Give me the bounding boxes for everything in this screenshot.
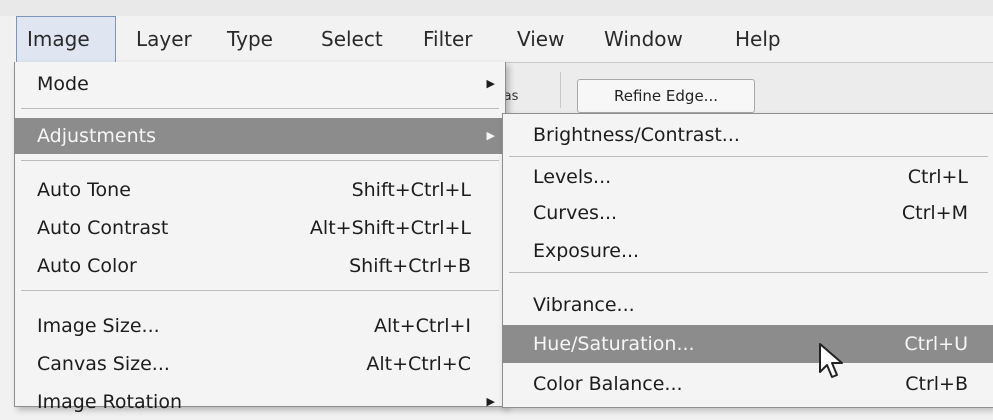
submenu-item-shortcut: Ctrl+B [905,373,968,395]
menu-item-canvas-size[interactable]: Canvas Size... Alt+Ctrl+C [15,346,505,382]
image-menu-dropdown: Mode ▶ Adjustments ▶ Auto Tone Shift+Ctr… [14,62,506,413]
adjustments-submenu: Brightness/Contrast... Levels... Ctrl+L … [502,113,993,408]
menu-item-adjustments[interactable]: Adjustments ▶ [15,118,505,154]
menu-layer[interactable]: Layer [126,16,202,62]
menu-item-image-size[interactable]: Image Size... Alt+Ctrl+I [15,308,505,344]
submenu-arrow-icon: ▶ [486,77,495,90]
menu-item-mode[interactable]: Mode ▶ [15,66,505,102]
submenu-item-label: Brightness/Contrast... [533,124,740,146]
submenu-arrow-icon: ▶ [486,395,495,408]
menu-window[interactable]: Window [594,16,693,62]
menu-item-shortcut: Alt+Shift+Ctrl+L [309,217,471,239]
menu-help[interactable]: Help [725,16,791,62]
menu-separator [21,290,499,291]
menu-item-auto-color[interactable]: Auto Color Shift+Ctrl+B [15,248,505,284]
submenu-item-label: Exposure... [533,240,640,262]
menu-item-label: Auto Color [37,255,137,277]
menu-item-shortcut: Shift+Ctrl+B [349,255,471,277]
submenu-item-shortcut: Ctrl+U [904,333,968,355]
menu-item-shortcut: Alt+Ctrl+C [366,353,471,375]
menu-view[interactable]: View [507,16,574,62]
menu-item-image-rotation[interactable]: Image Rotation ▶ [15,384,505,420]
submenu-arrow-icon: ▶ [486,129,495,142]
menu-item-auto-tone[interactable]: Auto Tone Shift+Ctrl+L [15,172,505,208]
menu-item-auto-contrast[interactable]: Auto Contrast Alt+Shift+Ctrl+L [15,210,505,246]
menu-item-label: Auto Contrast [37,217,169,239]
menu-bar: Image Layer Type Select Filter View Wind… [14,16,993,63]
menu-separator [21,160,499,161]
refine-edge-button[interactable]: Refine Edge... [577,79,755,113]
submenu-item-label: Levels... [533,166,612,188]
submenu-item-label: Vibrance... [533,294,635,316]
menu-item-shortcut: Shift+Ctrl+L [351,179,471,201]
menu-item-label: Mode [37,73,89,95]
submenu-item-exposure[interactable]: Exposure... [503,232,993,270]
menu-separator [21,108,499,109]
menu-separator [509,272,988,273]
submenu-item-color-balance[interactable]: Color Balance... Ctrl+B [503,365,993,403]
submenu-item-brightness-contrast[interactable]: Brightness/Contrast... [503,116,993,154]
menu-separator [509,156,988,157]
menu-image[interactable]: Image [16,16,116,62]
screen-bezel [0,0,993,16]
menu-filter[interactable]: Filter [413,16,483,62]
menu-type[interactable]: Type [217,16,283,62]
submenu-item-shortcut: Ctrl+M [901,202,968,224]
menu-select[interactable]: Select [311,16,393,62]
submenu-item-label: Hue/Saturation... [533,333,695,355]
submenu-item-label: Curves... [533,202,618,224]
menu-item-label: Adjustments [37,125,156,147]
submenu-item-label: Color Balance... [533,373,683,395]
menu-item-shortcut: Alt+Ctrl+I [374,315,471,337]
menu-item-label: Image Size... [37,315,160,337]
submenu-item-shortcut: Ctrl+L [907,166,968,188]
submenu-item-curves[interactable]: Curves... Ctrl+M [503,194,993,232]
menu-item-label: Canvas Size... [37,353,170,375]
options-separator [560,72,561,108]
submenu-item-levels[interactable]: Levels... Ctrl+L [503,158,993,196]
submenu-item-hue-saturation[interactable]: Hue/Saturation... Ctrl+U [503,325,993,363]
mouse-cursor-icon [819,343,843,378]
submenu-item-vibrance[interactable]: Vibrance... [503,286,993,324]
menu-item-label: Image Rotation [37,391,183,413]
menu-item-label: Auto Tone [37,179,131,201]
